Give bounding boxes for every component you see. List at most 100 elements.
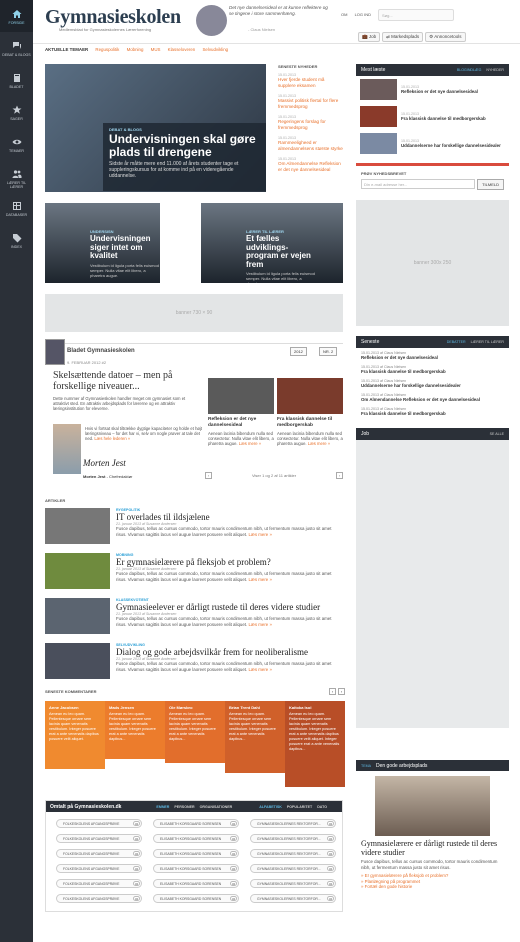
- next-button[interactable]: ›: [338, 688, 345, 695]
- tab-personer[interactable]: PERSONER: [174, 805, 194, 809]
- comment-card[interactable]: Ole Mørsbro Aenean eu leo quam. Pellentes…: [165, 701, 225, 763]
- prev-button[interactable]: ‹: [329, 688, 336, 695]
- topic-link[interactable]: Klasseloveren: [168, 47, 196, 52]
- tab-emner[interactable]: EMNER: [156, 805, 169, 809]
- topic-link[interactable]: MUS: [151, 47, 161, 52]
- sidebar-item-bladet[interactable]: BLADET: [0, 64, 33, 96]
- tag-pill[interactable]: FOLKESKOLENS AFGANGSPRØVE 32: [56, 879, 142, 888]
- sidebar-item-temaer[interactable]: TEMAER: [0, 128, 33, 160]
- bladet-article[interactable]: Fra klassisk dannelse til medborgerskab …: [277, 378, 343, 447]
- feature-card[interactable]: UNDERSISN Undervisningen siger intet om …: [45, 203, 160, 283]
- tab-nyheder[interactable]: NYHEDER: [486, 68, 504, 72]
- sort-dato[interactable]: DATO: [317, 805, 327, 809]
- tag-pill[interactable]: GYMNASIESKOLERNES REKTORFOR... 32: [250, 834, 336, 843]
- sidebar-item-sager[interactable]: SAGER: [0, 96, 33, 128]
- tag-pill[interactable]: FOLKESKOLENS AFGANGSPRØVE 32: [56, 819, 142, 828]
- tag-icon: [12, 234, 21, 243]
- topics-label: AKTUELLE TEMAER: [45, 47, 89, 52]
- search-input[interactable]: Søg...: [378, 9, 454, 21]
- tema-headline[interactable]: Gymnasielærere er dårligt rustede til de…: [356, 836, 509, 859]
- tag-pill[interactable]: ELISABETH KORSGAARD SORENSEN 32: [153, 819, 239, 828]
- omtalt-header: Omtalt på Gymnasieskolen.dk EMNER PERSON…: [46, 801, 342, 812]
- tema-title[interactable]: Den gode arbejdsplads: [376, 763, 427, 769]
- markedsplads-button[interactable]: ⇌ Markedsplads: [382, 32, 424, 42]
- count-badge: 32: [133, 836, 140, 841]
- sidebar-item-forside[interactable]: FORSIDE: [0, 0, 33, 32]
- tag-pill[interactable]: ELISABETH KORSGAARD SORENSEN 32: [153, 864, 239, 873]
- tag-pill[interactable]: ELISABETH KORSGAARD SORENSEN 32: [153, 879, 239, 888]
- site-logo[interactable]: Gymnasieskolen: [45, 6, 181, 29]
- sidebar-item-debat[interactable]: DEBAT & BLOGS: [0, 32, 33, 64]
- comment-card[interactable]: Kaitoka Isol Aenean eu leo quam. Pellente…: [285, 701, 345, 787]
- read-more-link[interactable]: Læs hele lederen »: [94, 436, 130, 441]
- bladet-article[interactable]: Refleksion er det nye dannelsesideal Aen…: [208, 378, 274, 447]
- comment-card[interactable]: Mads Jensen Aenean eu leo quam. Pellentes…: [105, 701, 165, 759]
- prev-button[interactable]: ‹: [205, 472, 212, 479]
- tag-pill[interactable]: FOLKESKOLENS AFGANGSPRØVE 32: [56, 849, 142, 858]
- bladet-headline[interactable]: Skelsættende datoer – men på forskellige…: [53, 370, 203, 392]
- tema-image: [375, 776, 490, 836]
- list-item[interactable]: 15.01.2013 af Claus Nielsen Fra klassisk …: [356, 404, 509, 418]
- topic-link[interactable]: Mobning: [127, 47, 144, 52]
- list-item[interactable]: 15.01.2013 af Claus Nielsen Refleksion er…: [356, 348, 509, 362]
- hero-feature[interactable]: DEBAT & BLOGS Undervisningen skal gøre p…: [45, 64, 266, 192]
- tag-pill[interactable]: GYMNASIESKOLERNES REKTORFOR... 32: [250, 894, 336, 903]
- sidebar-item-index[interactable]: INDEX: [0, 224, 33, 256]
- banner-ad[interactable]: banner 730 × 90: [45, 294, 343, 332]
- tag-pill[interactable]: GYMNASIESKOLERNES REKTORFOR... 32: [250, 864, 336, 873]
- list-item[interactable]: 15.01.2013 af Claus Nielsen Fra klassisk …: [356, 362, 509, 376]
- tag-pill[interactable]: ELISABETH KORSGAARD SORENSEN 32: [153, 849, 239, 858]
- tab-laerer-til-laerer[interactable]: LÆRER TIL LÆRER: [471, 340, 504, 344]
- news-item[interactable]: 15.01.2013 Regeringens forslag for fremme…: [278, 115, 343, 130]
- list-item[interactable]: 15.01.2013 Uddannelserne har forskellige …: [356, 130, 509, 157]
- tab-blogindlaeg[interactable]: BLOGINDLÆG: [457, 68, 482, 72]
- news-item[interactable]: 15.01.2013 Hver fjerde student må suppler…: [278, 73, 343, 88]
- banner-ad[interactable]: banner 300x 250: [356, 200, 509, 326]
- year-select[interactable]: 2012: [290, 347, 307, 356]
- tag-pill[interactable]: ELISABETH KORSGAARD SORENSEN 32: [153, 894, 239, 903]
- tag-pill[interactable]: GYMNASIESKOLERNES REKTORFOR... 32: [250, 819, 336, 828]
- tag-pill[interactable]: FOLKESKOLENS AFGANGSPRØVE 32: [56, 894, 142, 903]
- om-link[interactable]: OM: [341, 12, 347, 17]
- tab-organisationer[interactable]: ORGANISATIONER: [200, 805, 233, 809]
- annoncetools-button[interactable]: ⚙ Annoncetools: [425, 32, 466, 42]
- list-item[interactable]: 15.01.2013 af Claus Nielsen Om Almendanne…: [356, 390, 509, 404]
- sidebar-item-laerer[interactable]: LÆRER TIL LÆRER: [0, 160, 33, 192]
- news-item[interactable]: 15.01.2013 Massivt politisk flertal for f…: [278, 94, 343, 109]
- sort-popularitet[interactable]: POPULARITET: [287, 805, 312, 809]
- tema-link[interactable]: » Fortæl den gode historie: [361, 884, 504, 890]
- sort-alfabetisk[interactable]: ALFABETISK: [259, 805, 282, 809]
- article-item[interactable]: RYGEPOLITIK IT overlades til ildsjælene …: [45, 508, 343, 546]
- magazine-cover[interactable]: [45, 339, 65, 365]
- article-image: [45, 553, 110, 589]
- tag-pill[interactable]: FOLKESKOLENS AFGANGSPRØVE 32: [56, 864, 142, 873]
- tag-pill[interactable]: FOLKESKOLENS AFGANGSPRØVE 32: [56, 834, 142, 843]
- list-item[interactable]: 15.01.2013 af Claus Nielsen Uddannelserne…: [356, 376, 509, 390]
- login-link[interactable]: LOG IND: [355, 12, 371, 17]
- feature-card[interactable]: LÆRER TIL LÆRER Et fælles udviklings-pro…: [201, 203, 343, 283]
- tag-pill[interactable]: ELISABETH KORSGAARD SORENSEN 32: [153, 834, 239, 843]
- email-field[interactable]: Din e-mail adresse her...: [361, 179, 476, 189]
- comment-card[interactable]: Anne Jacobsen Aenean eu leo quam. Pellent…: [45, 701, 105, 769]
- job-button[interactable]: 💼 Job: [358, 32, 381, 42]
- sidebar-item-databaser[interactable]: DATABASER: [0, 192, 33, 224]
- subscribe-button[interactable]: TILMELD: [477, 179, 504, 190]
- topic-link[interactable]: Reguspolitik: [95, 47, 119, 52]
- tab-debatter[interactable]: DEBATTER: [447, 340, 466, 344]
- article-item[interactable]: MOBNING Er gymnasielærere på fleksjob et…: [45, 553, 343, 591]
- next-button[interactable]: ›: [335, 472, 343, 479]
- issue-select[interactable]: NR. 2: [319, 347, 338, 356]
- comment-card[interactable]: Brian Trent Dahl Aenean eu leo quam. Pell…: [225, 701, 285, 773]
- tag-pill[interactable]: GYMNASIESKOLERNES REKTORFOR... 32: [250, 849, 336, 858]
- news-item[interactable]: 15.01.2013 Om Almendannelse Refleksion er…: [278, 157, 343, 172]
- topic-link[interactable]: Selvudvikling: [202, 47, 228, 52]
- article-item[interactable]: SELVUDVIKLING Dialog og gode arbejdsvilk…: [45, 643, 343, 681]
- list-item[interactable]: 15.01.2013 Fra klassisk dannelse til medb…: [356, 103, 509, 130]
- list-item[interactable]: 15.01.2013 Refleksion er det nye dannelse…: [356, 76, 509, 103]
- hero-title[interactable]: Undervisningen skal gøre plads til dreng…: [109, 133, 260, 158]
- see-all-link[interactable]: SE ALLE: [490, 432, 504, 436]
- news-item[interactable]: 15.01.2013 Rammeeligheed er almendannelse…: [278, 136, 343, 151]
- count-badge: 32: [133, 821, 140, 826]
- article-item[interactable]: KLASSEKVOTIENT Gymnasieelever er dårligt…: [45, 598, 343, 636]
- tag-pill[interactable]: GYMNASIESKOLERNES REKTORFOR... 32: [250, 879, 336, 888]
